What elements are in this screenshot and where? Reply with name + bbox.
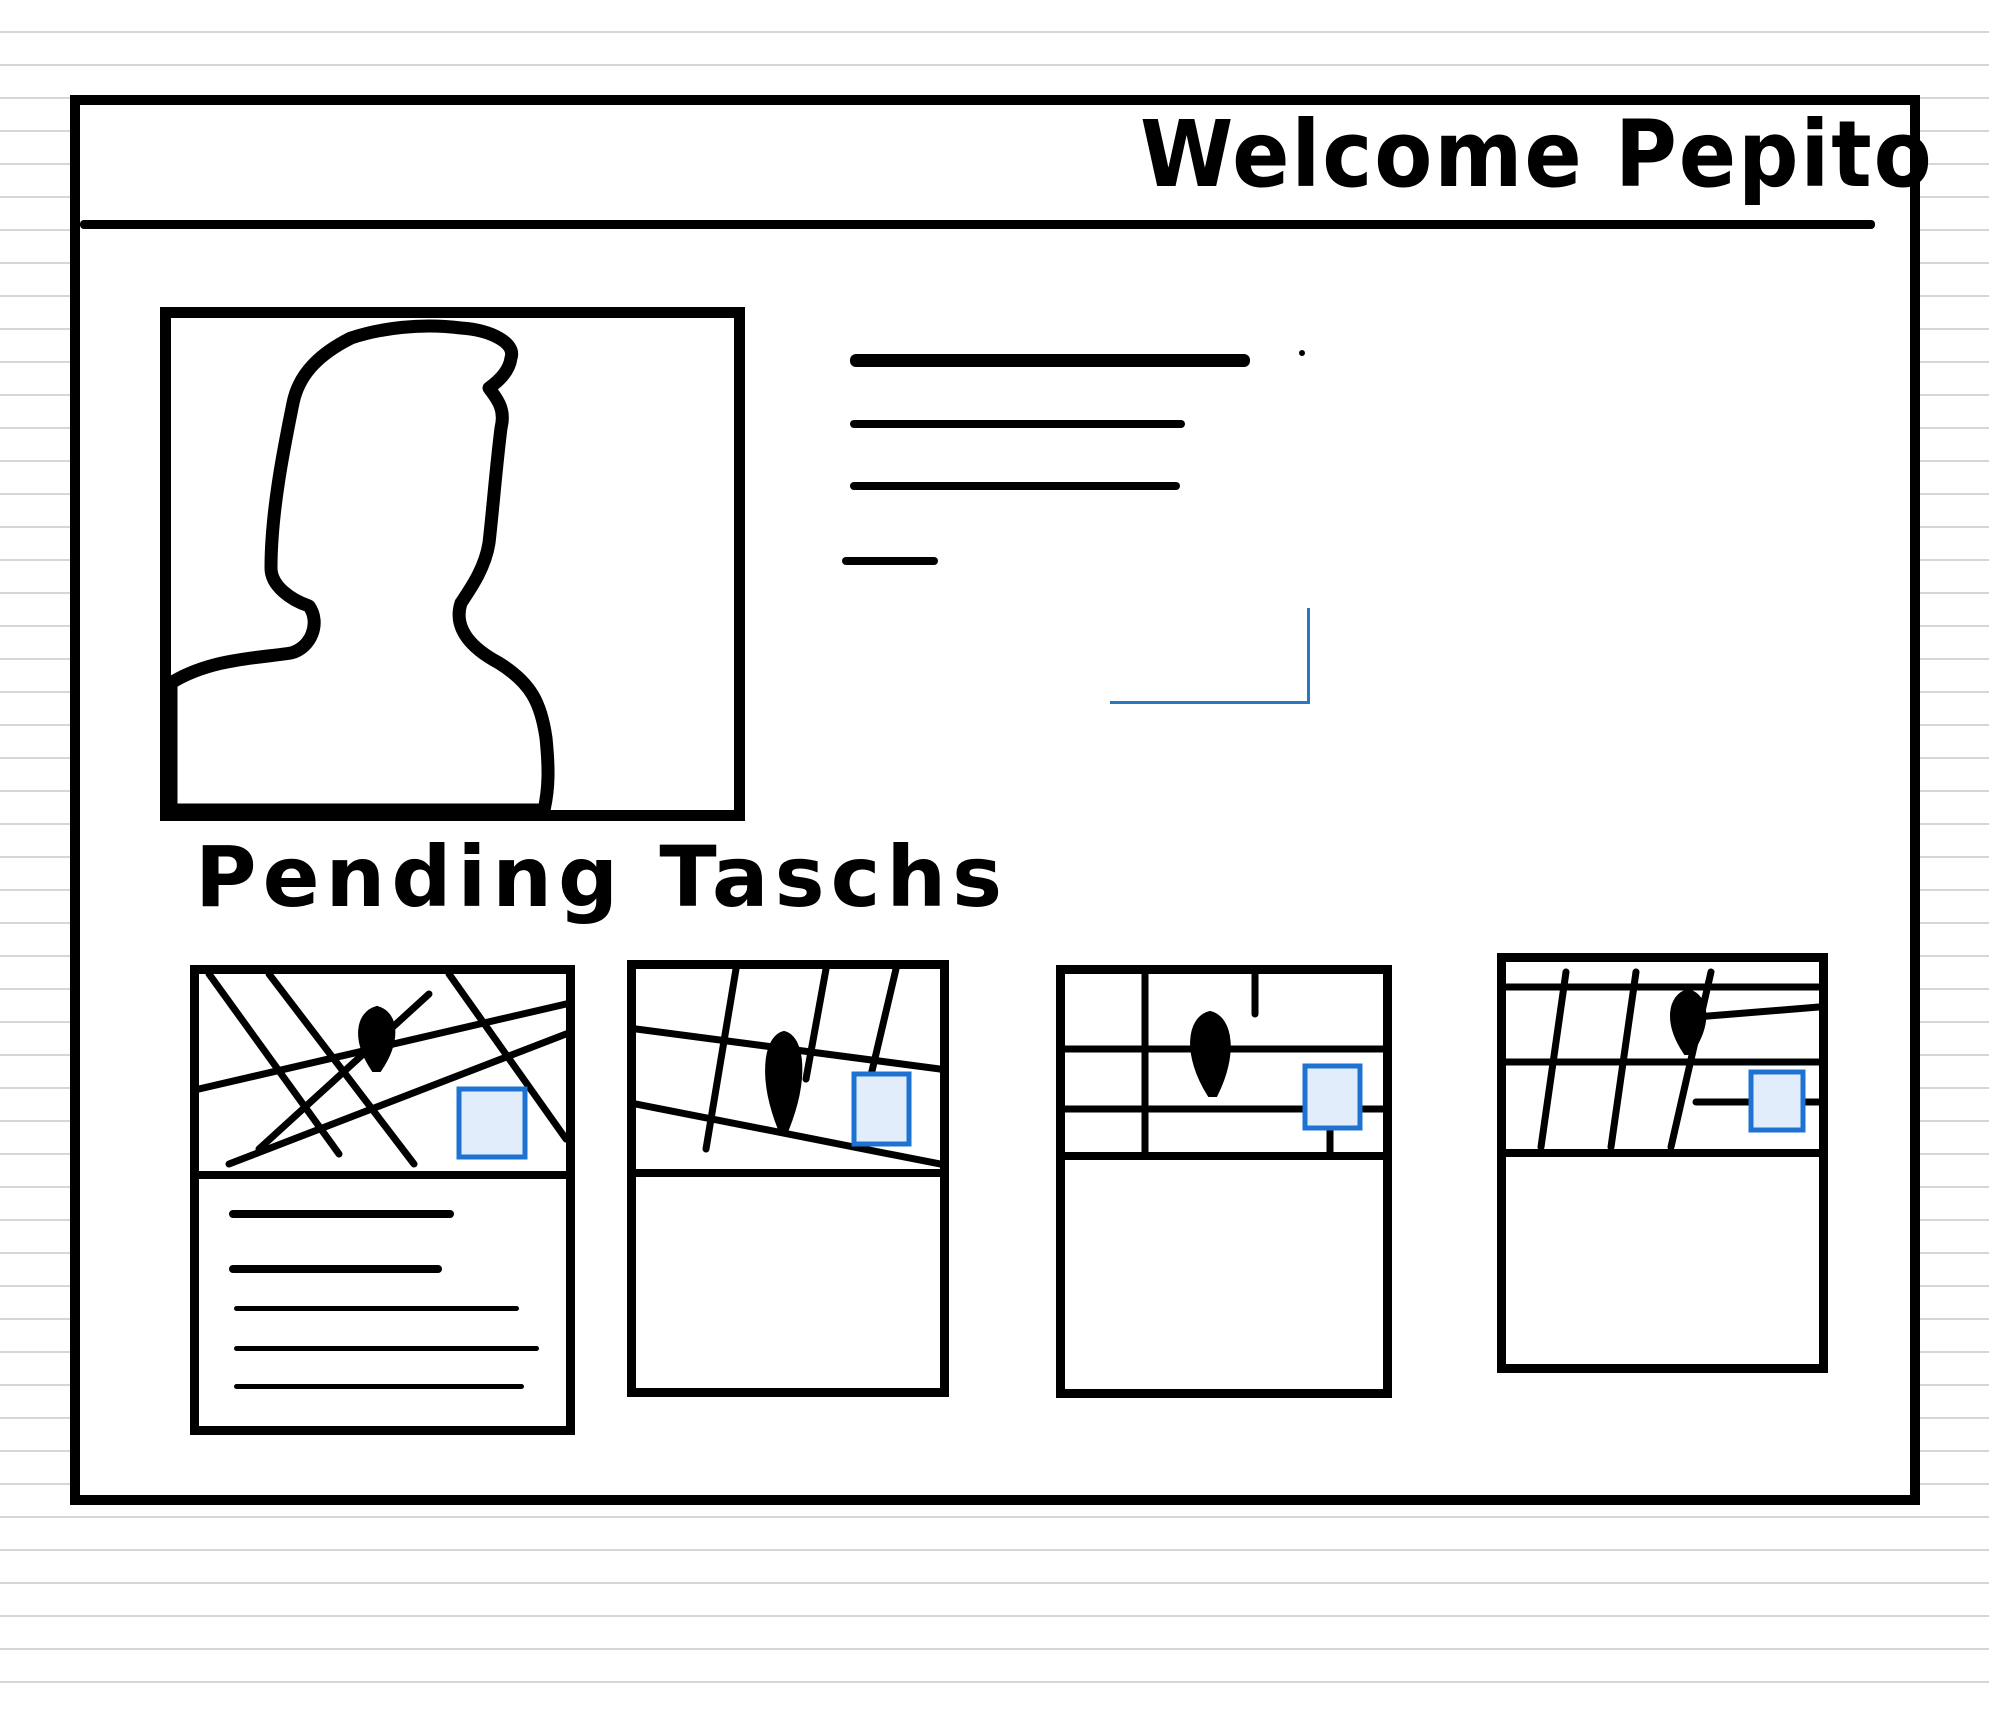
task-card-divider <box>636 1169 940 1177</box>
map-grid-icon <box>1065 974 1383 1154</box>
profile-info-line <box>842 557 938 565</box>
task-card-divider <box>1065 1152 1383 1160</box>
task-text-line <box>229 1210 454 1218</box>
pending-tasks-heading: Pending Taschs <box>195 828 1009 926</box>
selection-square-icon <box>1302 1063 1363 1131</box>
task-map-thumbnail <box>1065 974 1383 1154</box>
welcome-title: Welcome Pepito <box>1140 101 1934 208</box>
task-text-line <box>234 1346 539 1351</box>
header-divider <box>80 220 1875 229</box>
task-text-line <box>229 1265 442 1273</box>
task-map-thumbnail <box>1506 962 1819 1152</box>
app-window: Welcome Pepito Pending Taschs <box>0 0 1989 1711</box>
task-text-line <box>234 1306 519 1311</box>
map-pin-icon <box>1670 988 1707 1055</box>
task-card[interactable] <box>1056 965 1392 1398</box>
stray-dot <box>1299 350 1305 356</box>
selection-square-icon <box>456 1086 528 1160</box>
task-text-line <box>234 1384 524 1389</box>
selection-square-icon <box>851 1071 912 1147</box>
profile-avatar[interactable] <box>160 307 745 821</box>
task-map-thumbnail <box>636 969 940 1169</box>
selection-corner <box>1110 608 1310 704</box>
person-silhouette-icon <box>171 319 555 810</box>
task-card-divider <box>1506 1149 1819 1157</box>
task-map-thumbnail <box>199 974 566 1174</box>
profile-info-line <box>850 482 1180 490</box>
task-card-divider <box>199 1171 566 1179</box>
task-card[interactable] <box>627 960 949 1397</box>
task-card[interactable] <box>1497 953 1828 1373</box>
map-grid-icon <box>199 974 566 1168</box>
profile-info-line <box>850 420 1185 428</box>
map-pin-icon <box>358 1005 396 1072</box>
map-pin-icon <box>765 1030 803 1132</box>
map-grid-icon <box>636 969 940 1168</box>
map-grid-icon <box>1506 968 1819 1151</box>
map-pin-icon <box>1190 1010 1231 1097</box>
profile-info-line <box>850 354 1250 367</box>
task-card[interactable] <box>190 965 575 1435</box>
selection-square-icon <box>1748 1069 1806 1133</box>
